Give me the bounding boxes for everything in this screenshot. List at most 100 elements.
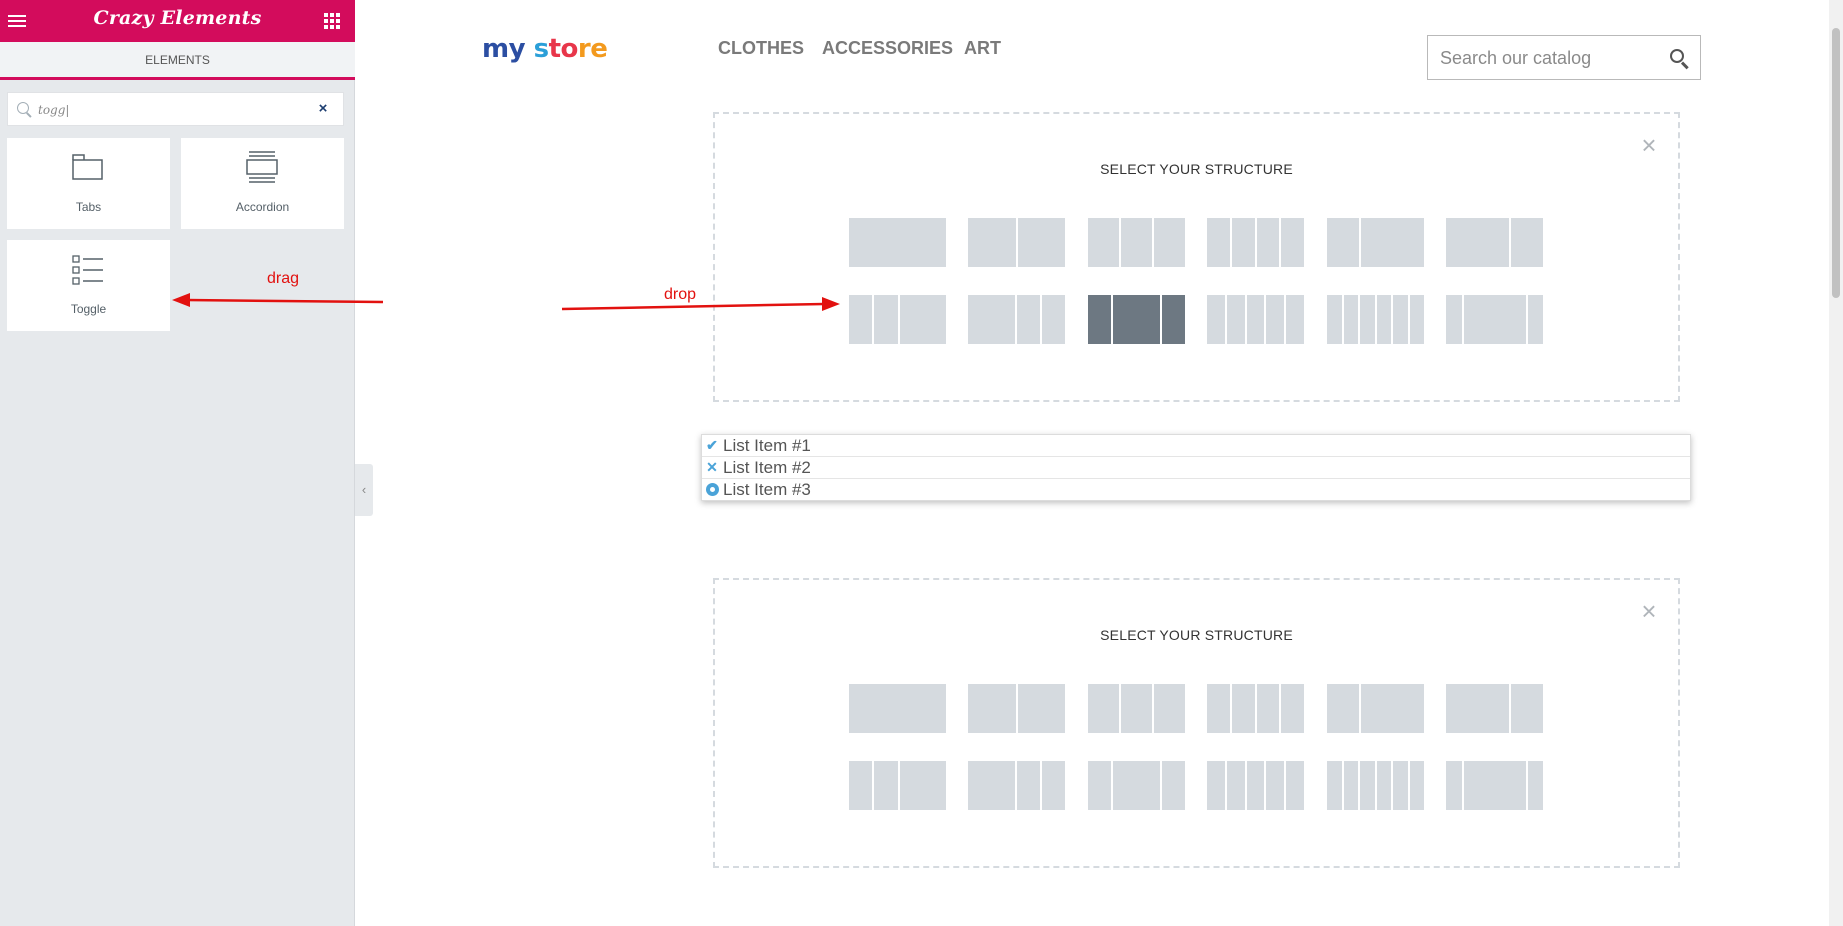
structure-preset[interactable]: [968, 684, 1065, 733]
collapse-panel-button[interactable]: ‹: [355, 464, 373, 516]
drag-label: drag: [267, 270, 300, 287]
preset-column: [1343, 761, 1358, 810]
dot-circle-icon: [704, 481, 720, 497]
structure-preset[interactable]: [1088, 761, 1185, 810]
preset-column: [899, 295, 946, 344]
structure-preset[interactable]: [1207, 761, 1304, 810]
widget-tabs[interactable]: Tabs: [7, 138, 170, 229]
store-logo[interactable]: my store: [482, 34, 608, 64]
preset-column: [1154, 684, 1185, 733]
structure-preset[interactable]: [1207, 684, 1304, 733]
list-item: List Item #3: [702, 479, 1690, 501]
preset-column: [1446, 684, 1510, 733]
preset-column: [1409, 761, 1424, 810]
tabs-icon: [72, 154, 103, 180]
preset-column: [874, 761, 898, 810]
structure-preset[interactable]: [1327, 218, 1424, 267]
structure-preset[interactable]: [1446, 684, 1543, 733]
widgets-grid-icon[interactable]: [324, 13, 340, 29]
structure-preset[interactable]: [1088, 295, 1185, 344]
search-icon[interactable]: [1670, 49, 1684, 63]
clear-search-icon[interactable]: ×: [314, 99, 332, 119]
structure-selector: SELECT YOUR STRUCTURE ×: [713, 578, 1680, 868]
preset-column: [1246, 761, 1265, 810]
preset-column: [849, 761, 873, 810]
structure-preset[interactable]: [1446, 761, 1543, 810]
preset-column: [849, 218, 946, 267]
preset-column: [1113, 761, 1160, 810]
drop-label: drop: [664, 286, 697, 303]
widget-search-box[interactable]: ×: [7, 92, 344, 126]
preset-column: [1463, 761, 1526, 810]
structure-preset[interactable]: [849, 761, 946, 810]
close-icon[interactable]: ×: [1638, 132, 1660, 158]
preset-column: [1360, 684, 1424, 733]
structure-title: SELECT YOUR STRUCTURE: [1100, 627, 1293, 643]
structure-preset[interactable]: [1088, 684, 1185, 733]
nav-accessories[interactable]: ACCESSORIES: [822, 38, 953, 59]
structure-preset[interactable]: [968, 761, 1065, 810]
structure-preset[interactable]: [1207, 295, 1304, 344]
preset-column: [1016, 761, 1040, 810]
preset-column: [899, 761, 946, 810]
icon-list-widget[interactable]: ✔ List Item #1 ✕ List Item #2 List Item …: [701, 434, 1691, 501]
structure-title: SELECT YOUR STRUCTURE: [1100, 161, 1293, 177]
structure-preset[interactable]: [849, 295, 946, 344]
structure-preset[interactable]: [1088, 218, 1185, 267]
structure-preset[interactable]: [968, 295, 1065, 344]
preset-column: [1376, 295, 1391, 344]
preset-column: [1463, 295, 1526, 344]
structure-preset[interactable]: [1327, 761, 1424, 810]
preset-column: [1121, 684, 1152, 733]
preset-column: [1360, 295, 1375, 344]
structure-preset[interactable]: [849, 684, 946, 733]
preset-column: [1161, 295, 1185, 344]
tab-elements[interactable]: ELEMENTS: [0, 42, 355, 80]
logo-part: to: [548, 34, 579, 64]
preset-column: [968, 684, 1016, 733]
preset-column: [1041, 761, 1065, 810]
preset-column: [1511, 218, 1543, 267]
panel-header: Crazy Elements: [0, 0, 355, 42]
structure-preset[interactable]: [1207, 218, 1304, 267]
structure-preset[interactable]: [1327, 684, 1424, 733]
preset-column: [1343, 295, 1358, 344]
preset-column: [968, 761, 1015, 810]
preset-column: [1113, 295, 1160, 344]
structure-preset[interactable]: [849, 218, 946, 267]
widget-search-input[interactable]: [38, 101, 288, 119]
preset-column: [1207, 684, 1230, 733]
structure-preset[interactable]: [1446, 295, 1543, 344]
preset-column: [1327, 218, 1359, 267]
structure-selector: SELECT YOUR STRUCTURE ×: [713, 112, 1680, 402]
preset-column: [1286, 295, 1304, 344]
preset-column: [1041, 295, 1065, 344]
preset-column: [1256, 218, 1280, 267]
nav-art[interactable]: ART: [964, 38, 1001, 59]
preset-column: [1511, 684, 1543, 733]
close-icon[interactable]: ×: [1638, 598, 1660, 624]
preset-column: [1281, 684, 1304, 733]
structure-preset[interactable]: [1446, 218, 1543, 267]
preset-column: [1281, 218, 1304, 267]
preset-column: [849, 295, 873, 344]
preset-column: [1376, 761, 1391, 810]
catalog-search-input[interactable]: [1440, 46, 1660, 70]
catalog-search-box[interactable]: [1427, 35, 1701, 80]
preset-column: [1393, 761, 1408, 810]
structure-preset[interactable]: [968, 218, 1065, 267]
scrollbar-thumb[interactable]: [1832, 28, 1840, 298]
page-scrollbar[interactable]: [1829, 0, 1843, 926]
list-item: ✕ List Item #2: [702, 457, 1690, 479]
preset-column: [1527, 295, 1543, 344]
widget-accordion[interactable]: Accordion: [181, 138, 344, 229]
check-icon: ✔: [706, 437, 718, 453]
preset-column: [1207, 761, 1225, 810]
preset-column: [1360, 218, 1424, 267]
structure-preset[interactable]: [1327, 295, 1424, 344]
preset-column: [1226, 295, 1245, 344]
widget-toggle[interactable]: Toggle: [7, 240, 170, 331]
panel-title: Crazy Elements: [93, 7, 262, 29]
preset-column: [1327, 761, 1342, 810]
nav-clothes[interactable]: CLOTHES: [718, 38, 804, 59]
